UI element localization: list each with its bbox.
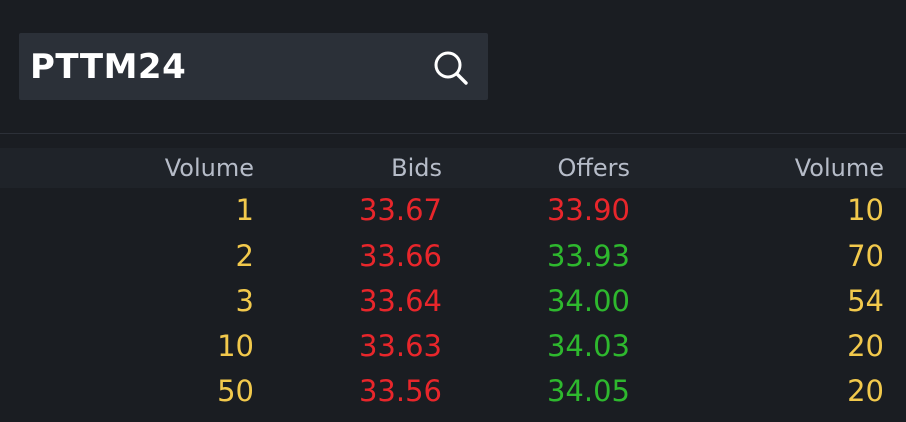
- offer-volume-cell: 20: [847, 374, 884, 408]
- bid-volume-cell: 50: [217, 374, 254, 408]
- bid-price-cell: 33.67: [358, 193, 442, 227]
- offer-volume-cell: 20: [847, 329, 884, 363]
- bid-price-cell: 33.64: [358, 284, 442, 318]
- bid-volume-cell: 10: [217, 329, 254, 363]
- offer-price-cell: 34.05: [546, 374, 630, 408]
- offer-price-cell: 33.93: [546, 239, 630, 273]
- search-box[interactable]: [19, 33, 488, 100]
- header-offer-volume: Volume: [794, 154, 884, 182]
- divider: [0, 133, 906, 134]
- bid-volume-cell: 3: [235, 284, 254, 318]
- offer-price-cell: 34.00: [546, 284, 630, 318]
- offer-volume-cell: 10: [847, 193, 884, 227]
- offer-price-cell: 33.90: [546, 193, 630, 227]
- search-icon[interactable]: [431, 48, 471, 88]
- bid-price-cell: 33.56: [358, 374, 442, 408]
- order-book-header: Volume Bids Offers Volume: [0, 148, 906, 188]
- offer-price-cell: 34.03: [546, 329, 630, 363]
- offer-volume-cell: 54: [847, 284, 884, 318]
- header-bids: Bids: [391, 154, 442, 182]
- bid-volume-cell: 1: [235, 193, 254, 227]
- offer-volume-cell: 70: [847, 239, 884, 273]
- bid-price-cell: 33.66: [358, 239, 442, 273]
- header-offers: Offers: [557, 154, 630, 182]
- search-input[interactable]: [19, 33, 419, 100]
- header-bid-volume: Volume: [164, 154, 254, 182]
- bid-volume-cell: 2: [235, 239, 254, 273]
- bid-price-cell: 33.63: [358, 329, 442, 363]
